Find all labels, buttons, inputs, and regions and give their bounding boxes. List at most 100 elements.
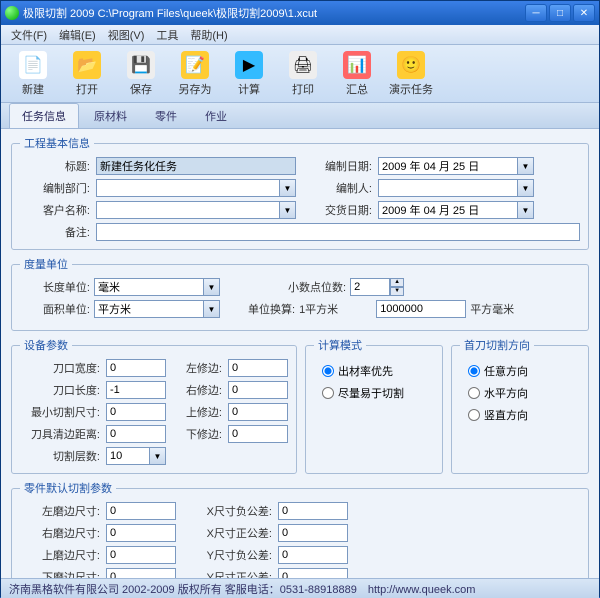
radio-label-yield: 出材率优先 <box>338 363 393 379</box>
legend-basic: 工程基本信息 <box>20 135 94 151</box>
select-layer[interactable] <box>106 447 150 465</box>
menu-item[interactable]: 工具 <box>150 25 184 45</box>
i-bm[interactable] <box>228 425 288 443</box>
date2-dropdown-icon[interactable]: ▼ <box>518 201 534 219</box>
input-deliver-date[interactable] <box>378 201 518 219</box>
label-date1: 编制日期: <box>302 158 372 174</box>
i-xn[interactable] <box>278 502 348 520</box>
input-compile-date[interactable] <box>378 157 518 175</box>
menu-item[interactable]: 编辑(E) <box>53 25 102 45</box>
author-dropdown-icon[interactable]: ▼ <box>518 179 534 197</box>
toolbar-icon: 🙂 <box>397 51 425 79</box>
titlebar: 极限切割 2009 C:\Program Files\queek\极限切割200… <box>1 1 599 25</box>
l-xn: X尺寸负公差: <box>182 503 272 519</box>
group-part-defaults: 零件默认切割参数 左磨边尺寸: X尺寸负公差: 右磨边尺寸: X尺寸正公差: 上… <box>11 480 589 578</box>
toolbar-label: 保存 <box>130 81 152 97</box>
l-min: 最小切割尺寸: <box>20 404 100 420</box>
spin-up-icon[interactable]: ▲ <box>390 278 404 287</box>
i-yn[interactable] <box>278 546 348 564</box>
toolbar-icon: 📝 <box>181 51 209 79</box>
menu-item[interactable]: 视图(V) <box>102 25 151 45</box>
menu-item[interactable]: 帮助(H) <box>184 25 233 45</box>
toolbar-icon: 📊 <box>343 51 371 79</box>
tab[interactable]: 零件 <box>142 103 190 128</box>
i-tg[interactable] <box>106 546 176 564</box>
input-conv[interactable] <box>376 300 466 318</box>
i-xp[interactable] <box>278 524 348 542</box>
toolbar-button[interactable]: 🖨打印 <box>279 49 327 99</box>
tab[interactable]: 作业 <box>192 103 240 128</box>
radio-easy-cut[interactable]: 尽量易于切割 <box>322 385 426 401</box>
tabbar: 任务信息原材料零件作业 <box>1 103 599 129</box>
i-kl[interactable] <box>106 381 166 399</box>
radio-label-h: 水平方向 <box>484 385 528 401</box>
i-lg[interactable] <box>106 502 176 520</box>
toolbar-button[interactable]: 📂打开 <box>63 49 111 99</box>
radio-dir-h[interactable]: 水平方向 <box>468 385 572 401</box>
toolbar-icon: ▶ <box>235 51 263 79</box>
minimize-button[interactable]: ─ <box>525 4 547 22</box>
select-len-unit[interactable] <box>94 278 204 296</box>
i-lm[interactable] <box>228 359 288 377</box>
label-conv-suf: 平方毫米 <box>470 301 514 317</box>
select-area-unit[interactable] <box>94 300 204 318</box>
input-author[interactable] <box>378 179 518 197</box>
i-kw[interactable] <box>106 359 166 377</box>
i-rg[interactable] <box>106 524 176 542</box>
input-title[interactable] <box>96 157 296 175</box>
status-text: 济南黑格软件有限公司 2002-2009 版权所有 客服电话：0531-8891… <box>9 581 475 597</box>
toolbar-button[interactable]: ▶计算 <box>225 49 273 99</box>
radio-yield-first[interactable]: 出材率优先 <box>322 363 426 379</box>
spin-down-icon[interactable]: ▼ <box>390 287 404 296</box>
radio-dir-any[interactable]: 任意方向 <box>468 363 572 379</box>
dept-dropdown-icon[interactable]: ▼ <box>280 179 296 197</box>
legend-unit: 度量单位 <box>20 256 72 272</box>
close-button[interactable]: ✕ <box>573 4 595 22</box>
i-tm[interactable] <box>228 403 288 421</box>
l-rg: 右磨边尺寸: <box>20 525 100 541</box>
group-device: 设备参数 刀口宽度: 左修边: 刀口长度: 右修边: 最小切割尺寸: 上修边: … <box>11 337 297 474</box>
toolbar-button[interactable]: 💾 保存 <box>117 49 165 99</box>
l-lm: 左修边: <box>172 360 222 376</box>
input-remark[interactable] <box>96 223 580 241</box>
i-yp[interactable] <box>278 568 348 578</box>
l-yp: Y尺寸正公差: <box>182 569 272 578</box>
len-dropdown-icon[interactable]: ▼ <box>204 278 220 296</box>
l-tg: 上磨边尺寸: <box>20 547 100 563</box>
input-dept[interactable] <box>96 179 280 197</box>
menu-item[interactable]: 文件(F) <box>5 25 53 45</box>
date1-dropdown-icon[interactable]: ▼ <box>518 157 534 175</box>
i-clear[interactable] <box>106 425 166 443</box>
toolbar-button[interactable]: 📄新建 <box>9 49 57 99</box>
toolbar-label: 汇总 <box>346 81 368 97</box>
label-customer: 客户名称: <box>20 202 90 218</box>
statusbar: 济南黑格软件有限公司 2002-2009 版权所有 客服电话：0531-8891… <box>1 578 599 598</box>
input-customer[interactable] <box>96 201 280 219</box>
toolbar-button[interactable]: 📊 汇总 <box>333 49 381 99</box>
label-dept: 编制部门: <box>20 180 90 196</box>
i-min[interactable] <box>106 403 166 421</box>
label-date2: 交货日期: <box>302 202 372 218</box>
l-layer: 切割层数: <box>20 448 100 464</box>
input-decimal[interactable] <box>350 278 390 296</box>
area-dropdown-icon[interactable]: ▼ <box>204 300 220 318</box>
toolbar-button[interactable]: 📝另存为 <box>171 49 219 99</box>
tab[interactable]: 原材料 <box>81 103 140 128</box>
radio-dir-v[interactable]: 竖直方向 <box>468 407 572 423</box>
cust-dropdown-icon[interactable]: ▼ <box>280 201 296 219</box>
radio-label-easy: 尽量易于切割 <box>338 385 404 401</box>
i-rm[interactable] <box>228 381 288 399</box>
menubar: 文件(F)编辑(E)视图(V)工具帮助(H) <box>1 25 599 45</box>
maximize-button[interactable]: □ <box>549 4 571 22</box>
l-bg: 下磨边尺寸: <box>20 569 100 578</box>
toolbar-button[interactable]: 🙂 演示任务 <box>387 49 435 99</box>
i-bg[interactable] <box>106 568 176 578</box>
app-icon <box>5 6 19 20</box>
l-lg: 左磨边尺寸: <box>20 503 100 519</box>
layer-dropdown-icon[interactable]: ▼ <box>150 447 166 465</box>
label-decimal: 小数点位数: <box>288 279 346 295</box>
toolbar-icon: 🖨 <box>289 51 317 79</box>
toolbar-icon: 💾 <box>127 51 155 79</box>
toolbar-label: 演示任务 <box>389 81 433 97</box>
tab[interactable]: 任务信息 <box>9 103 79 128</box>
